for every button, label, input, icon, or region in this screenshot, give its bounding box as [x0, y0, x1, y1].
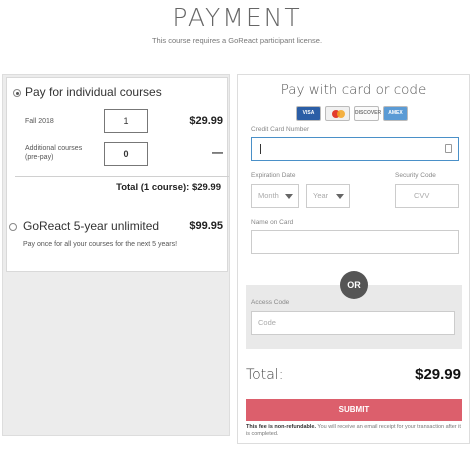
- month-select[interactable]: Month: [251, 184, 299, 208]
- month-placeholder: Month: [258, 191, 279, 200]
- year-select[interactable]: Year: [306, 184, 350, 208]
- or-divider: OR: [340, 271, 368, 299]
- access-code-label: Access Code: [251, 299, 290, 306]
- purchase-options-panel: Pay for individual courses Fall 2018 1 $…: [2, 74, 230, 436]
- visa-icon: VISA: [296, 106, 321, 121]
- fall-2018-price: $29.99: [189, 115, 223, 127]
- text-caret: [260, 144, 261, 154]
- fall-2018-quantity-input[interactable]: 1: [104, 109, 148, 133]
- name-on-card-label: Name on Card: [251, 219, 294, 226]
- individual-courses-radio[interactable]: [13, 89, 21, 97]
- amex-icon: AMEX: [383, 106, 408, 121]
- credit-card-input[interactable]: [251, 137, 459, 161]
- payment-panel: Pay with card or code VISA DISCOVER AMEX…: [237, 74, 470, 444]
- credit-card-icon: [445, 144, 452, 153]
- unlimited-price: $99.95: [189, 220, 223, 232]
- code-placeholder: Code: [258, 318, 276, 327]
- accepted-cards: VISA DISCOVER AMEX: [296, 106, 408, 121]
- discover-icon: DISCOVER: [354, 106, 381, 121]
- refund-notice-bold: This fee is non-refundable.: [246, 424, 316, 430]
- mastercard-icon: [325, 106, 350, 121]
- unlimited-description: Pay once for all your courses for the ne…: [23, 241, 178, 248]
- submit-button[interactable]: SUBMIT: [246, 399, 462, 421]
- cvv-input[interactable]: CVV: [395, 184, 459, 208]
- cvv-placeholder: CVV: [414, 191, 430, 200]
- page-subtitle: This course requires a GoReact participa…: [151, 36, 323, 45]
- total-label: Total:: [246, 367, 284, 383]
- security-code-label: Security Code: [395, 172, 436, 179]
- additional-courses-quantity-input[interactable]: 0: [104, 142, 148, 166]
- individual-total: Total (1 course): $29.99: [116, 182, 221, 193]
- credit-card-label: Credit Card Number: [251, 126, 310, 133]
- individual-courses-title: Pay for individual courses: [25, 85, 162, 99]
- page-title: PAYMENT: [172, 3, 302, 32]
- year-placeholder: Year: [313, 191, 329, 200]
- total-amount: $29.99: [415, 366, 461, 383]
- payment-title: Pay with card or code: [280, 82, 427, 98]
- additional-courses-label: Additional courses (pre-pay): [25, 145, 83, 161]
- expiration-label: Expiration Date: [251, 172, 296, 179]
- name-on-card-input[interactable]: [251, 230, 459, 254]
- chevron-down-icon: [336, 194, 344, 199]
- access-code-input[interactable]: Code: [251, 311, 455, 335]
- refund-notice: This fee is non-refundable. You will rec…: [246, 424, 462, 438]
- additional-courses-price: —: [212, 147, 223, 159]
- chevron-down-icon: [285, 194, 293, 199]
- fall-2018-label: Fall 2018: [25, 118, 54, 125]
- divider: [15, 176, 229, 177]
- unlimited-radio[interactable]: [9, 223, 17, 231]
- unlimited-title: GoReact 5-year unlimited: [23, 219, 160, 233]
